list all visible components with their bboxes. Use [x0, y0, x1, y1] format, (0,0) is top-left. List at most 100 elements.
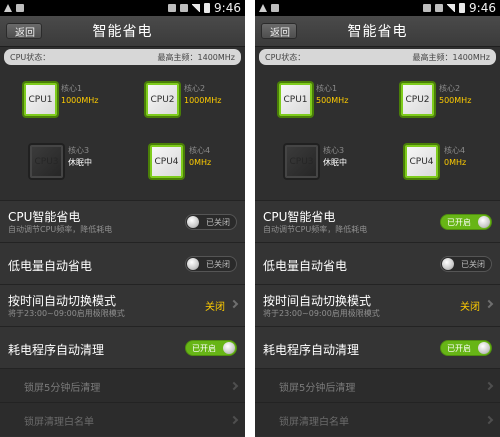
status-right-icons: 9:46	[168, 1, 241, 15]
app-icon	[16, 4, 24, 12]
screenshot-pair: 9:46 返回 智能省电 CPU状态： 最高主频：1400MHz CPU1 核心…	[0, 0, 500, 437]
core-value-4: 0MHz	[189, 158, 212, 167]
row-title: 锁屏5分钟后清理	[24, 383, 101, 394]
core-value-1: 500MHz	[316, 96, 349, 105]
cpu-chip-3: CPU3	[285, 145, 318, 178]
core-value-3: 休眠中	[323, 158, 347, 167]
cpu-status-bar: CPU状态： 最高主频：1400MHz	[259, 49, 496, 65]
alarm-icon	[168, 4, 177, 12]
setting-row-cpu-smart-saving[interactable]: CPU智能省电 自动调节CPU频率，降低耗电 已开启	[255, 200, 500, 242]
toggle-knob	[478, 216, 490, 228]
chevron-right-icon	[229, 415, 239, 425]
core-value-3: 休眠中	[68, 158, 92, 167]
cpu-core-panel: CPU1 核心1 500MHz CPU2 核心2 500MHz CPU3 核心3…	[255, 65, 500, 203]
row-title: 耗电程序自动清理	[8, 343, 105, 357]
cpu-chip-4: CPU4	[150, 145, 183, 178]
row-title: 低电量自动省电	[8, 259, 93, 273]
chevron-right-icon	[229, 299, 239, 309]
cpu-status-label: CPU状态：	[10, 52, 51, 62]
settings-list: CPU智能省电 自动调节CPU频率，降低耗电 已关闭 低电量自动省电 已关闭 按…	[0, 200, 245, 436]
cpu-chip-2: CPU2	[401, 83, 434, 116]
row-title: 锁屏清理白名单	[24, 417, 94, 428]
chevron-right-icon	[229, 381, 239, 391]
row-title: CPU智能省电	[263, 210, 336, 224]
phone-screen-left: 9:46 返回 智能省电 CPU状态： 最高主频：1400MHz CPU1 核心…	[0, 0, 245, 437]
back-button[interactable]: 返回	[6, 23, 42, 39]
toggle-auto-clean-apps[interactable]: 已开启	[440, 340, 492, 356]
status-left-icons	[4, 4, 24, 12]
cpu-chip-3: CPU3	[30, 145, 63, 178]
cpu-chip-2: CPU2	[146, 83, 179, 116]
back-button-label: 返回	[270, 27, 290, 39]
row-title: 耗电程序自动清理	[263, 343, 360, 357]
cpu-status-label: CPU状态：	[265, 52, 306, 62]
core-value-1: 1000MHz	[61, 96, 99, 105]
cpu-max-frequency: 最高主频：1400MHz	[157, 52, 235, 62]
back-button-label: 返回	[15, 27, 35, 39]
core-label-3: 核心3	[68, 146, 90, 155]
chevron-right-icon	[484, 299, 494, 309]
settings-list: CPU智能省电 自动调节CPU频率，降低耗电 已开启 低电量自动省电 已关闭 按…	[255, 200, 500, 436]
cpu-max-frequency: 最高主频：1400MHz	[412, 52, 490, 62]
chevron-right-icon	[484, 415, 494, 425]
setting-row-auto-clean-apps[interactable]: 耗电程序自动清理 已开启	[0, 326, 245, 368]
setting-row-time-schedule-mode[interactable]: 按时间自动切换模式 将于23:00~09:00启用极限模式 关闭	[255, 284, 500, 326]
toggle-auto-clean-apps[interactable]: 已开启	[185, 340, 237, 356]
core-value-4: 0MHz	[444, 158, 467, 167]
toggle-label: 已开启	[447, 217, 471, 227]
setting-row-low-battery-saving[interactable]: 低电量自动省电 已关闭	[0, 242, 245, 284]
core-label-2: 核心2	[184, 84, 206, 93]
toggle-low-battery-saving[interactable]: 已关闭	[440, 256, 492, 272]
battery-icon	[459, 3, 466, 13]
cpu-chip-1: CPU1	[279, 83, 312, 116]
core-label-1: 核心1	[316, 84, 338, 93]
signal-icon	[192, 4, 201, 12]
toggle-label: 已开启	[192, 343, 216, 353]
setting-row-lock-clean-whitelist[interactable]: 锁屏清理白名单	[0, 402, 245, 436]
app-icon	[271, 4, 279, 12]
row-title: 按时间自动切换模式	[8, 294, 117, 308]
core-label-3: 核心3	[323, 146, 345, 155]
toggle-knob	[223, 342, 235, 354]
phone-screen-right: 9:46 返回 智能省电 CPU状态： 最高主频：1400MHz CPU1 核心…	[255, 0, 500, 437]
setting-row-time-schedule-mode[interactable]: 按时间自动切换模式 将于23:00~09:00启用极限模式 关闭	[0, 284, 245, 326]
toggle-knob	[187, 258, 199, 270]
status-right-icons: 9:46	[423, 1, 496, 15]
core-value-2: 500MHz	[439, 96, 472, 105]
alarm-icon	[423, 4, 432, 12]
title-bar: 返回 智能省电	[0, 16, 245, 47]
back-button[interactable]: 返回	[261, 23, 297, 39]
warning-icon	[259, 4, 267, 12]
warning-icon	[4, 4, 12, 12]
core-label-4: 核心4	[444, 146, 466, 155]
toggle-low-battery-saving[interactable]: 已关闭	[185, 256, 237, 272]
toggle-cpu-smart-saving[interactable]: 已关闭	[185, 214, 237, 230]
row-subtitle: 将于23:00~09:00启用极限模式	[8, 309, 125, 318]
wifi-icon	[435, 4, 444, 12]
row-title: 低电量自动省电	[263, 259, 348, 273]
setting-row-lock-clean-delay[interactable]: 锁屏5分钟后清理	[255, 368, 500, 402]
core-label-1: 核心1	[61, 84, 83, 93]
cpu-status-bar: CPU状态： 最高主频：1400MHz	[4, 49, 241, 65]
setting-row-lock-clean-delay[interactable]: 锁屏5分钟后清理	[0, 368, 245, 402]
title-bar: 返回 智能省电	[255, 16, 500, 47]
setting-row-auto-clean-apps[interactable]: 耗电程序自动清理 已开启	[255, 326, 500, 368]
toggle-label: 已关闭	[206, 217, 230, 227]
toggle-label: 已关闭	[206, 259, 230, 269]
toggle-knob	[442, 258, 454, 270]
status-bar: 9:46	[0, 0, 245, 16]
cpu-core-panel: CPU1 核心1 1000MHz CPU2 核心2 1000MHz CPU3 核…	[0, 65, 245, 203]
cpu-chip-4: CPU4	[405, 145, 438, 178]
core-label-4: 核心4	[189, 146, 211, 155]
core-value-2: 1000MHz	[184, 96, 222, 105]
cpu-chip-1: CPU1	[24, 83, 57, 116]
setting-row-cpu-smart-saving[interactable]: CPU智能省电 自动调节CPU频率，降低耗电 已关闭	[0, 200, 245, 242]
setting-row-low-battery-saving[interactable]: 低电量自动省电 已关闭	[255, 242, 500, 284]
toggle-cpu-smart-saving[interactable]: 已开启	[440, 214, 492, 230]
status-time: 9:46	[214, 1, 241, 15]
setting-row-lock-clean-whitelist[interactable]: 锁屏清理白名单	[255, 402, 500, 436]
battery-icon	[204, 3, 211, 13]
row-title: 锁屏5分钟后清理	[279, 383, 356, 394]
row-subtitle: 自动调节CPU频率，降低耗电	[8, 225, 113, 234]
chevron-right-icon	[484, 381, 494, 391]
